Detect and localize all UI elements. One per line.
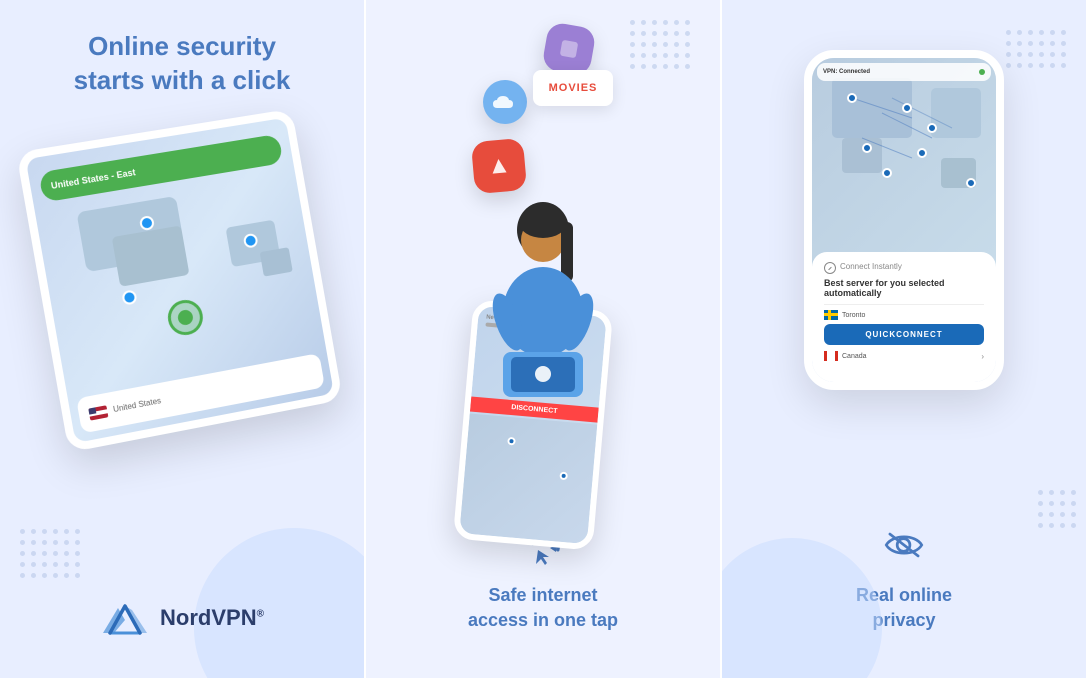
nordvpn-icon <box>100 598 150 638</box>
dots-decoration-middle <box>630 20 690 69</box>
nordvpn-logo: NordVPN® <box>100 598 264 658</box>
phone-pin-7 <box>966 178 976 188</box>
map-connection-bar: United States - East <box>38 133 283 202</box>
card-divider <box>824 304 984 305</box>
tablet-screen: United States - East <box>16 108 343 452</box>
arrow-right: › <box>981 352 984 361</box>
connect-sub: Best server for you selected automatical… <box>824 278 984 298</box>
connect-row: Connect Instantly <box>824 262 984 274</box>
small-pin-1 <box>507 436 516 445</box>
float-icon-purple <box>541 21 597 77</box>
flag-se <box>824 310 838 320</box>
left-headline: Online security starts with a click <box>74 30 291 98</box>
phone-pin-5 <box>917 148 927 158</box>
app-container: Online security starts with a click Unit… <box>0 0 1086 678</box>
tablet-country-label: United States <box>112 396 161 414</box>
middle-illustration-area: MOVIES <box>453 20 633 525</box>
panel-left: Online security starts with a click Unit… <box>0 0 366 678</box>
map-continent-na2 <box>112 225 190 286</box>
clock-icon <box>824 262 836 274</box>
dots-decoration-right-top <box>1006 30 1066 68</box>
phone-bottom-card: Connect Instantly Best server for you se… <box>812 252 996 382</box>
phone-status-text: VPN: Connected <box>823 69 870 75</box>
phone-country2-label: Canada <box>842 353 867 360</box>
phone-pin-2 <box>902 103 912 113</box>
float-icon-cloud <box>483 80 527 124</box>
float-icon-red <box>471 138 527 194</box>
pin-3 <box>121 289 137 305</box>
tablet-mockup: United States - East <box>16 108 343 452</box>
nordvpn-text: NordVPN® <box>160 605 264 631</box>
tablet-bottom-bar: United States <box>76 353 325 433</box>
purple-icon-symbol <box>555 35 583 63</box>
panel-middle: MOVIES <box>366 0 722 678</box>
headline-line1: Online security starts with a click <box>74 30 291 98</box>
middle-feature-title: Safe internet access in one tap <box>468 583 618 633</box>
movies-label: MOVIES <box>549 82 598 94</box>
flag-ca <box>824 351 838 361</box>
middle-content: MOVIES <box>453 20 633 658</box>
phone-map-right: VPN: Connected <box>812 58 996 278</box>
dots-decoration-left <box>20 529 80 578</box>
phone-pin-4 <box>862 143 872 153</box>
eye-icon <box>879 525 929 565</box>
phone-small-map <box>459 413 597 544</box>
panel-right: VPN: Connected Connect Instantly Best se… <box>722 0 1086 678</box>
phone-pin-3 <box>927 123 937 133</box>
dots-decoration-right-bottom <box>1038 490 1076 528</box>
phone-connect-btn[interactable]: QUICKCONNECT <box>824 324 984 345</box>
phone-status-dot <box>979 69 985 75</box>
phone-flag-row-2: Canada › <box>824 351 984 361</box>
float-icon-movies: MOVIES <box>533 70 613 106</box>
eye-icon-container <box>879 525 929 565</box>
flag-us <box>88 404 108 419</box>
connect-title: Connect Instantly <box>840 262 902 271</box>
middle-feature-text: Safe internet access in one tap <box>468 573 618 643</box>
cloud-symbol <box>491 92 519 112</box>
small-pin-2 <box>559 471 568 480</box>
map-continent-af <box>260 247 293 276</box>
phone-status-bar: VPN: Connected <box>817 63 991 81</box>
map-center-inner <box>177 308 194 325</box>
phone-inner-right: VPN: Connected Connect Instantly Best se… <box>812 58 996 382</box>
person-illustration <box>453 192 633 412</box>
phone-pin-1 <box>847 93 857 103</box>
map-center-node <box>165 297 205 338</box>
phone-flag-row: Toronto <box>824 310 984 320</box>
phone-pin-6 <box>882 168 892 178</box>
phone-country-label: Toronto <box>842 312 865 319</box>
map-bar-text: United States - East <box>50 167 136 191</box>
network-lines <box>812 58 996 278</box>
red-icon-symbol <box>483 150 516 183</box>
tablet-map: United States - East <box>26 117 334 442</box>
phone-mockup-right: VPN: Connected Connect Instantly Best se… <box>804 50 1004 390</box>
